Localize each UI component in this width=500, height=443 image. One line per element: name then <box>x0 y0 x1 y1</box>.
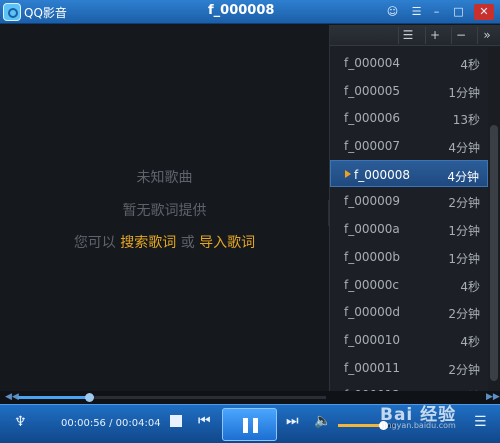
playlist-item-duration: 1分钟 <box>448 251 480 266</box>
more-icon[interactable]: » <box>477 27 496 44</box>
playlist-item-duration: 4分钟 <box>447 169 479 184</box>
playlist-item-duration: 2分钟 <box>448 196 480 211</box>
playlist-item-name: f_00000c <box>344 277 399 292</box>
playlist-item-name: f_000010 <box>344 332 401 347</box>
stop-icon[interactable] <box>170 415 182 427</box>
effects-icon[interactable]: ♆ <box>14 414 27 430</box>
playlist-item-name: f_00000a <box>344 222 400 237</box>
video-area[interactable]: 未知歌曲 暂无歌词提供 您可以 搜索歌词 或 导入歌词 <box>0 25 329 391</box>
time-separator: / <box>105 418 116 429</box>
playlist-item-duration: 13秒 <box>452 113 480 128</box>
playlist-toolbar: ☰ + − » <box>330 25 500 46</box>
seek-back-icon[interactable]: ◀◀ <box>5 392 19 402</box>
skin-icon[interactable]: ☺ <box>384 4 401 20</box>
current-time: 00:00:56 <box>61 418 106 429</box>
progress-fill <box>18 396 89 399</box>
playlist-item[interactable]: f_000004 4秒 <box>330 49 488 77</box>
playlist-panel: ☰ + − » f_000004 4秒 f_000005 1分钟 f_000006 13秒… <box>329 25 500 404</box>
app-name[interactable]: QQ影音 <box>24 4 67 21</box>
playlist-item-duration: 4秒 <box>460 279 480 294</box>
now-playing-icon <box>345 169 351 178</box>
progress-track[interactable] <box>18 393 326 402</box>
progress-handle[interactable] <box>84 393 94 402</box>
maximize-icon[interactable]: □ <box>450 4 467 20</box>
playlist-item-duration: 4秒 <box>460 334 480 349</box>
next-icon[interactable]: ⏭ <box>286 413 299 429</box>
playlist-item-name: f_000008 <box>354 167 411 182</box>
baidu-watermark: Bai 经验 jingyan.baidu.com <box>352 397 492 437</box>
pause-icon[interactable] <box>222 408 277 441</box>
playlist-item[interactable]: f_000008 4分钟 <box>330 159 488 188</box>
playlist-item[interactable]: f_00000a 1分钟 <box>330 215 488 243</box>
playlist-item-name: f_000004 <box>344 56 401 70</box>
lyric-title: 未知歌曲 <box>136 170 193 186</box>
playlist-item-duration: 1分钟 <box>448 224 480 239</box>
import-lyrics-link[interactable]: 导入歌词 <box>199 235 255 251</box>
playlist-list: f_000004 4秒 f_000005 1分钟 f_000006 13秒 f_000007… <box>330 49 488 409</box>
playlist-item-name: f_000007 <box>344 139 401 154</box>
playlist-item[interactable]: f_000007 4分钟 <box>330 132 488 160</box>
add-icon[interactable]: + <box>425 27 444 44</box>
playlist-item-duration: 2分钟 <box>448 362 480 377</box>
playlist-item[interactable]: f_00000c 4秒 <box>330 271 488 299</box>
playlist-item-name: f_00000b <box>344 249 401 264</box>
playlist-item-duration: 4分钟 <box>448 141 480 156</box>
list-mode-icon[interactable]: ☰ <box>398 27 417 44</box>
previous-icon[interactable]: ⏮ <box>198 413 211 429</box>
playlist-scrollbar[interactable] <box>488 47 500 391</box>
minimize-icon[interactable]: – <box>428 4 445 20</box>
search-lyrics-link[interactable]: 搜索歌词 <box>120 235 176 251</box>
playlist-item[interactable]: f_00000d 2分钟 <box>330 298 488 326</box>
qq-player-logo-icon[interactable] <box>3 3 21 21</box>
window-title: f_000008 <box>208 3 275 18</box>
playlist-item-name: f_000005 <box>344 83 401 98</box>
lyric-actions: 您可以 搜索歌词 或 导入歌词 <box>0 232 329 252</box>
menu-icon[interactable]: ☰ <box>408 4 425 20</box>
playlist-item[interactable]: f_000005 1分钟 <box>330 77 488 105</box>
total-time: 00:04:04 <box>115 418 161 429</box>
playlist-item-duration: 1分钟 <box>448 85 480 100</box>
watermark-subtext: jingyan.baidu.com <box>382 421 456 430</box>
playlist-item[interactable]: f_000011 2分钟 <box>330 354 488 382</box>
playlist-item-name: f_000011 <box>344 360 401 375</box>
playlist-item-name: f_000009 <box>344 194 401 209</box>
volume-icon[interactable]: 🔈 <box>314 413 331 429</box>
lyric-prefix: 您可以 <box>73 235 121 251</box>
close-icon[interactable]: ✕ <box>474 4 494 20</box>
playlist-scrollbar-thumb[interactable] <box>490 125 498 381</box>
remove-icon[interactable]: − <box>451 27 470 44</box>
playlist-item[interactable]: f_000009 2分钟 <box>330 187 488 215</box>
playlist-item-duration: 2分钟 <box>448 307 480 322</box>
lyric-status: 暂无歌词提供 <box>122 203 207 219</box>
lyric-or: 或 <box>176 235 200 251</box>
time-display: 00:00:56 / 00:04:04 <box>61 418 161 429</box>
playlist-item[interactable]: f_00000b 1分钟 <box>330 243 488 271</box>
playlist-item-name: f_000006 <box>344 111 401 126</box>
playlist-item-name: f_00000d <box>344 305 401 320</box>
playlist-item[interactable]: f_000006 13秒 <box>330 104 488 132</box>
playlist-item[interactable]: f_000010 4秒 <box>330 326 488 354</box>
title-bar: QQ影音 f_000008 ☺ ☰ – □ ✕ <box>0 0 500 24</box>
playlist-item-duration: 4秒 <box>460 58 480 72</box>
